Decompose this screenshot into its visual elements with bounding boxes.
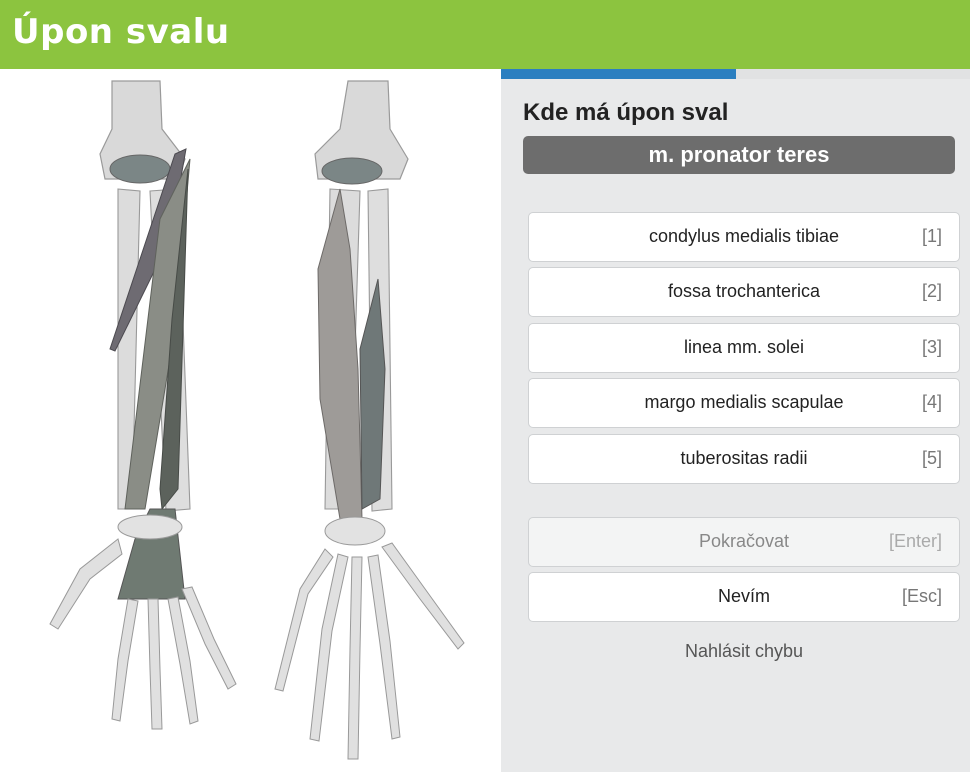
left-arm-drawing <box>49 80 237 730</box>
progress-fill <box>501 69 736 79</box>
answer-option-shortcut: [2] <box>921 281 942 301</box>
dont-know-shortcut: [Esc] <box>901 586 942 606</box>
answer-option-label: condylus medialis tibiae <box>648 226 840 246</box>
dont-know-button[interactable]: Nevím [Esc] <box>528 572 960 622</box>
app-title: Úpon svalu <box>12 12 230 52</box>
right-arm-drawing <box>274 80 465 760</box>
continue-shortcut: [Enter] <box>888 531 942 551</box>
answer-option-label: fossa trochanterica <box>667 281 821 301</box>
answer-option-label: tuberositas radii <box>680 448 808 468</box>
answer-option-5[interactable]: tuberositas radii [5] <box>528 434 960 484</box>
continue-button[interactable]: Pokračovat [Enter] <box>528 517 960 567</box>
forearm-illustration <box>49 80 465 760</box>
answer-option-shortcut: [1] <box>921 226 942 246</box>
anatomy-image <box>0 69 501 772</box>
answer-option-shortcut: [3] <box>921 337 942 357</box>
answer-option-label: margo medialis scapulae <box>644 392 844 412</box>
progress-bar <box>501 69 970 79</box>
report-error-link[interactable]: Nahlásit chybu <box>501 641 970 662</box>
answer-option-2[interactable]: fossa trochanterica [2] <box>528 267 960 317</box>
term-label: m. pronator teres <box>523 136 955 174</box>
answer-option-label: linea mm. solei <box>683 337 805 357</box>
answer-option-3[interactable]: linea mm. solei [3] <box>528 323 960 373</box>
answer-option-shortcut: [4] <box>921 392 942 412</box>
app-header: Úpon svalu <box>0 0 970 69</box>
answer-option-1[interactable]: condylus medialis tibiae [1] <box>528 212 960 262</box>
quiz-panel: Kde má úpon sval m. pronator teres condy… <box>501 69 970 772</box>
dont-know-label: Nevím <box>717 586 770 606</box>
answer-option-shortcut: [5] <box>921 448 942 468</box>
question-text: Kde má úpon sval <box>523 99 729 126</box>
answer-option-4[interactable]: margo medialis scapulae [4] <box>528 378 960 428</box>
